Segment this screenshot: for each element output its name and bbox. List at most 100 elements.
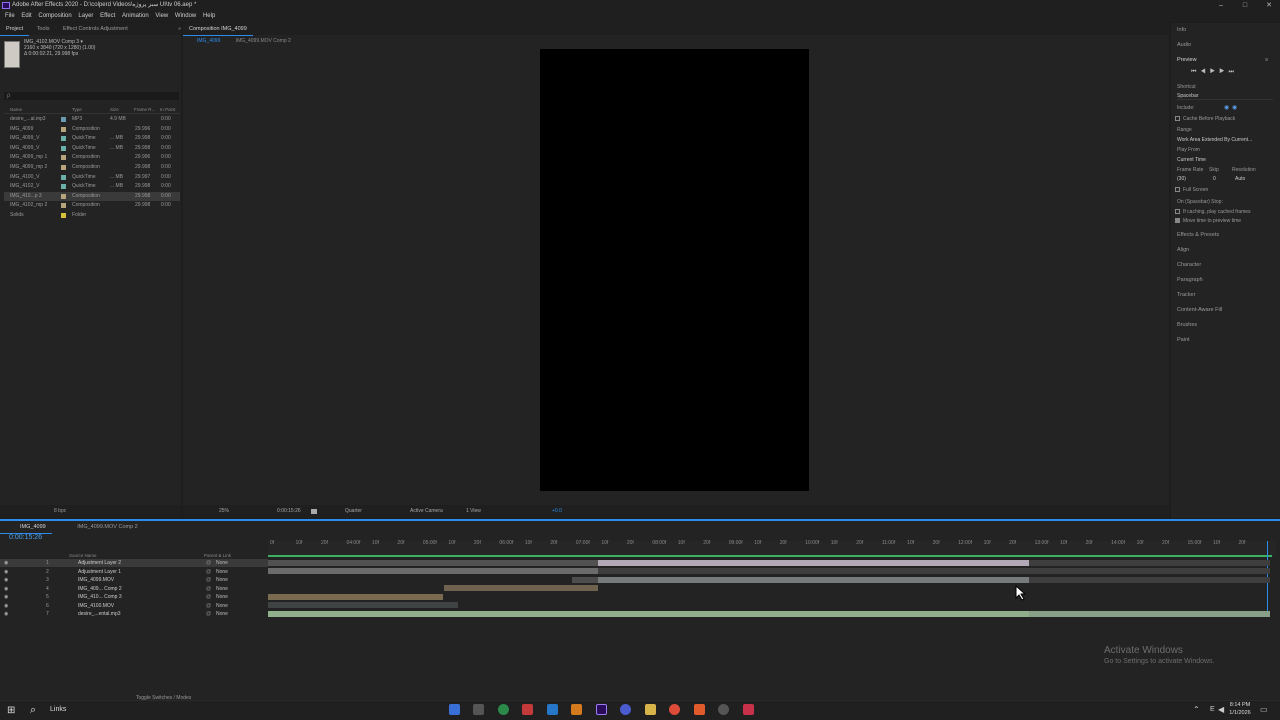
- parent-icon[interactable]: @: [206, 568, 211, 576]
- prev-frame-icon[interactable]: ◀: [1200, 69, 1209, 75]
- tray-chevron-icon[interactable]: ⌃: [1193, 705, 1200, 714]
- align-tab[interactable]: Align: [1177, 247, 1189, 253]
- layer-bar-1-tail[interactable]: [1029, 560, 1270, 566]
- parent-icon[interactable]: @: [206, 559, 211, 567]
- visibility-eye-icon[interactable]: ◉: [4, 602, 8, 610]
- exposure-value[interactable]: +0.0: [552, 505, 562, 518]
- menu-effect[interactable]: Effect: [100, 11, 115, 22]
- timeline-tab-img-4099[interactable]: IMG_4099: [0, 521, 52, 534]
- composition-canvas[interactable]: [540, 49, 809, 491]
- menu-animation[interactable]: Animation: [122, 11, 149, 22]
- first-frame-icon[interactable]: ⏮: [1191, 69, 1200, 75]
- layer-bar-2-tail[interactable]: [598, 568, 1270, 574]
- parent-icon[interactable]: @: [206, 576, 211, 584]
- audio-panel-tab[interactable]: Audio: [1177, 42, 1191, 48]
- notifications-icon[interactable]: ▭: [1260, 705, 1268, 714]
- layer-bar-3[interactable]: [598, 577, 1029, 583]
- parent-dropdown[interactable]: None: [216, 585, 228, 593]
- panel-menu-icon[interactable]: ≡: [1265, 57, 1268, 63]
- menu-layer[interactable]: Layer: [78, 11, 93, 22]
- search-icon[interactable]: ⌕: [30, 704, 36, 717]
- visibility-eye-icon[interactable]: ◉: [4, 576, 8, 584]
- layer-name[interactable]: Adjustment Layer 1: [78, 568, 121, 576]
- preview-panel-tab[interactable]: Preview: [1177, 57, 1197, 63]
- minimize-button[interactable]: –: [1209, 0, 1233, 11]
- visibility-eye-icon[interactable]: ◉: [4, 593, 8, 601]
- brave-icon[interactable]: [694, 704, 705, 715]
- chrome-icon[interactable]: [669, 704, 680, 715]
- paragraph-tab[interactable]: Paragraph: [1177, 277, 1203, 283]
- parent-dropdown[interactable]: None: [216, 593, 228, 601]
- app-icon-4[interactable]: [522, 704, 533, 715]
- project-item[interactable]: IMG_4099_V QuickTime ... MB 29.998 0:00: [4, 144, 180, 154]
- camera-dropdown[interactable]: Active Camera: [410, 505, 443, 518]
- timeline-layer-row[interactable]: ◉ 3 IMG_4099.MOV @ None: [0, 576, 268, 584]
- content-aware-fill-tab[interactable]: Content-Aware Fill: [1177, 307, 1222, 313]
- language-indicator[interactable]: E: [1210, 706, 1215, 713]
- project-item[interactable]: IMG_410...p 3 Composition 29.998 0:00: [4, 191, 180, 202]
- cached-frames-checkbox[interactable]: [1175, 209, 1180, 214]
- shortcut-dropdown[interactable]: Spacebar: [1177, 93, 1273, 100]
- parent-dropdown[interactable]: None: [216, 559, 228, 567]
- brushes-tab[interactable]: Brushes: [1177, 322, 1197, 328]
- layer-bar-1-inactive[interactable]: [268, 560, 598, 566]
- app-icon-13[interactable]: [743, 704, 754, 715]
- project-item[interactable]: IMG_4102_mp 2 Composition 29.998 0:00: [4, 201, 180, 211]
- parent-dropdown[interactable]: None: [216, 602, 228, 610]
- item-label-swatch[interactable]: [61, 211, 66, 223]
- fullscreen-checkbox[interactable]: [1175, 187, 1180, 192]
- frame-rate-dropdown[interactable]: (30): [1177, 176, 1186, 182]
- menu-composition[interactable]: Composition: [38, 11, 71, 22]
- menu-view[interactable]: View: [155, 11, 168, 22]
- info-panel-tab[interactable]: Info: [1177, 27, 1186, 33]
- layer-name[interactable]: desire_...ental.mp3: [78, 610, 121, 618]
- include-audio-icon[interactable]: ◉: [1232, 104, 1237, 111]
- paint-tab[interactable]: Paint: [1177, 337, 1190, 343]
- layer-name[interactable]: IMG_4100.MOV: [78, 602, 114, 610]
- clock-time[interactable]: 8:14 PM: [1226, 702, 1254, 708]
- app-icon-3[interactable]: [498, 704, 509, 715]
- project-item[interactable]: desire_...al.mp3 MP3 4.9 MB 0:00: [4, 115, 180, 125]
- parent-dropdown[interactable]: None: [216, 610, 228, 618]
- layer-bar-4[interactable]: [444, 585, 598, 591]
- tab-composition[interactable]: Composition IMG_4099: [183, 23, 253, 36]
- close-button[interactable]: ✕: [1257, 0, 1280, 11]
- project-item[interactable]: Solids Folder: [4, 211, 180, 221]
- app-icon-2[interactable]: [473, 704, 484, 715]
- app-icon-12[interactable]: [718, 704, 729, 715]
- app-icon-8[interactable]: [620, 704, 631, 715]
- col-in-point[interactable]: In Point: [160, 105, 175, 114]
- volume-icon[interactable]: ◀: [1218, 705, 1224, 714]
- timeline-tab-comp-2[interactable]: IMG_4099.MOV Comp 2: [53, 521, 144, 533]
- play-icon[interactable]: ▶: [1210, 69, 1219, 75]
- col-name[interactable]: Name: [10, 105, 22, 114]
- layer-name[interactable]: IMG_410... Comp 3: [78, 593, 122, 601]
- parent-dropdown[interactable]: None: [216, 568, 228, 576]
- col-frame-rate[interactable]: Frame R...: [134, 105, 155, 114]
- taskbar-search-label[interactable]: Links: [50, 706, 66, 713]
- app-icon-6[interactable]: [571, 704, 582, 715]
- layer-bar-3-head[interactable]: [572, 577, 598, 583]
- menu-file[interactable]: File: [5, 11, 15, 22]
- camera-snapshot-icon[interactable]: [311, 509, 317, 514]
- menu-window[interactable]: Window: [175, 11, 196, 22]
- layer-bar-1[interactable]: [598, 560, 1029, 566]
- subtab-img-4099[interactable]: IMG_4099: [183, 36, 234, 46]
- timeline-layer-row[interactable]: ◉ 5 IMG_410... Comp 3 @ None: [0, 593, 268, 601]
- layer-name[interactable]: IMG_409... Comp 2: [78, 585, 122, 593]
- last-frame-icon[interactable]: ⏭: [1228, 69, 1237, 75]
- layer-bar-7[interactable]: [268, 611, 1029, 617]
- cache-checkbox[interactable]: [1175, 116, 1180, 121]
- layer-bar-3-tail[interactable]: [1029, 577, 1270, 583]
- character-tab[interactable]: Character: [1177, 262, 1201, 268]
- subtab-comp-2[interactable]: IMG_4099.MOV Comp 2: [236, 36, 291, 46]
- viewer-timecode[interactable]: 0:00:15:26: [277, 505, 301, 518]
- tab-tools[interactable]: Tools: [31, 23, 56, 35]
- resolution-dropdown[interactable]: Quarter: [345, 505, 362, 518]
- layer-name[interactable]: IMG_4099.MOV: [78, 576, 114, 584]
- parent-icon[interactable]: @: [206, 593, 211, 601]
- project-item[interactable]: IMG_4099 Composition 29.996 0:00: [4, 125, 180, 135]
- parent-icon[interactable]: @: [206, 610, 211, 618]
- project-item[interactable]: IMG_4102_V QuickTime ... MB 29.998 0:00: [4, 182, 180, 192]
- project-search-input[interactable]: ρ: [4, 92, 179, 100]
